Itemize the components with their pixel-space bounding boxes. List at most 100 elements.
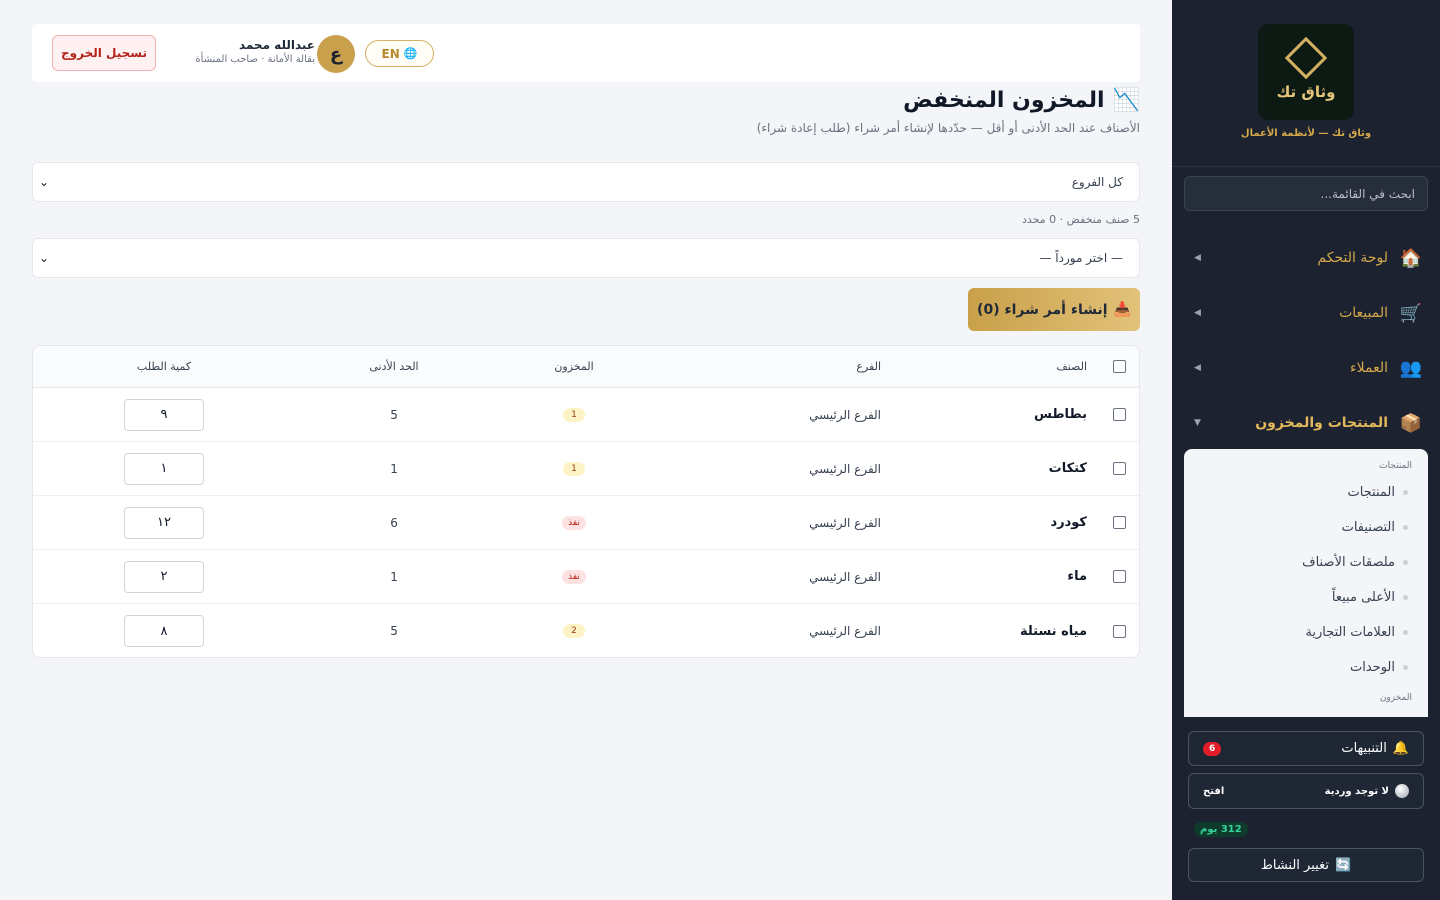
column-header-qty: كمية الطلب — [136, 360, 192, 373]
item-name: كودرد — [1050, 515, 1087, 530]
table-row: ماء الفرع الرئيسي نفذ 1 — [33, 550, 1139, 604]
stock-badge: 1 — [563, 407, 585, 422]
column-header-stock: المخزون — [554, 360, 594, 373]
order-qty-input[interactable] — [124, 398, 204, 431]
table-row: كتكات الفرع الرئيسي 1 1 — [33, 442, 1139, 496]
nav-item-products-inventory[interactable]: 📦 المنتجات والمخزون ▼ — [1194, 403, 1422, 443]
nav-item-label: المبيعات — [1339, 305, 1388, 321]
page-subtitle: الأصناف عند الحد الأدنى أو أقل — حدّدها … — [756, 121, 1140, 135]
table-row: بطاطس الفرع الرئيسي 1 5 — [33, 388, 1139, 442]
box-icon: 📦 — [1399, 412, 1423, 434]
item-min: 5 — [390, 624, 398, 638]
row-checkbox[interactable] — [1113, 408, 1126, 421]
submenu-item-label: ملصقات الأصناف — [1302, 555, 1395, 570]
submenu-item-categories[interactable]: التصنيفات — [1184, 510, 1428, 545]
language-label: EN — [381, 46, 400, 61]
row-checkbox[interactable] — [1113, 462, 1126, 475]
bell-icon: 🔔 — [1392, 741, 1409, 756]
chevron-down-icon: ⌄ — [39, 175, 50, 189]
order-qty-input[interactable] — [124, 452, 204, 485]
nav-item-customers[interactable]: 👥 العملاء ◀ — [1194, 348, 1422, 388]
alerts-label: التنبيهات — [1341, 741, 1387, 756]
globe-icon: 🌐 — [403, 47, 418, 60]
chart-down-icon: 📉 — [1112, 88, 1140, 113]
submenu-heading: المنتجات — [1379, 461, 1412, 471]
refresh-icon: 🔄 — [1334, 857, 1352, 873]
table-header: الصنف الفرع المخزون الحد الأدنى كمية الط… — [33, 346, 1139, 388]
item-name: مياه نستلة — [1019, 623, 1087, 639]
branch-select[interactable]: كل الفروع ⌄ — [32, 162, 1140, 202]
caret-left-icon: ◀ — [1194, 253, 1201, 263]
bullet-icon — [1403, 490, 1408, 495]
stock-badge: 2 — [563, 624, 585, 638]
select-all-checkbox[interactable] — [1113, 360, 1126, 373]
supplier-select[interactable]: — اختر مورداً — ⌄ — [32, 238, 1140, 278]
bullet-icon — [1403, 665, 1408, 670]
item-name: كتكات — [1048, 461, 1087, 476]
open-shift-button[interactable]: افتح — [1203, 786, 1224, 797]
submenu-item-labels[interactable]: ملصقات الأصناف — [1184, 545, 1428, 580]
alerts-button[interactable]: 🔔 التنبيهات 6 — [1188, 731, 1424, 766]
products-submenu: المنتجات المنتجات التصنيفات ملصقات الأصن… — [1184, 449, 1428, 717]
row-checkbox[interactable] — [1113, 624, 1126, 638]
item-min: 1 — [390, 461, 398, 476]
cart-icon: 🛒 — [1399, 302, 1423, 324]
nav-item-sales[interactable]: 🛒 المبيعات ◀ — [1194, 293, 1422, 333]
low-stock-table: الصنف الفرع المخزون الحد الأدنى كمية الط… — [32, 345, 1140, 658]
shift-box: لا توجد وردية افتح — [1188, 773, 1424, 809]
sidebar-search-input[interactable] — [1184, 176, 1428, 211]
submenu-item-best-sellers[interactable]: الأعلى مبيعاً — [1184, 580, 1428, 615]
branch-select-value: كل الفروع — [1071, 175, 1123, 189]
chevron-down-icon: ⌄ — [39, 251, 50, 265]
column-header-branch: الفرع — [856, 360, 881, 373]
order-qty-input[interactable] — [124, 506, 204, 539]
language-toggle-button[interactable]: EN 🌐 — [365, 40, 434, 67]
caret-left-icon: ◀ — [1194, 308, 1201, 318]
item-min: 5 — [390, 407, 398, 422]
table-row: مياه نستلة الفرع الرئيسي 2 5 — [33, 604, 1139, 657]
submenu-item-label: التصنيفات — [1341, 520, 1395, 535]
item-name: ماء — [1067, 569, 1087, 584]
shift-status-icon — [1395, 784, 1409, 798]
house-icon: 🏠 — [1399, 247, 1423, 269]
user-info: عبدالله محمد بقالة الأمانة · صاحب المنشأ… — [175, 38, 315, 65]
days-remaining-badge: 312 يوم — [1194, 822, 1248, 837]
bullet-icon — [1403, 595, 1408, 600]
create-purchase-order-button[interactable]: 📥 إنشاء أمر شراء (0) — [968, 288, 1140, 331]
submenu-item-label: الأعلى مبيعاً — [1331, 590, 1395, 605]
page-title: 📉 المخزون المنخفض — [903, 88, 1140, 113]
submenu-item-units[interactable]: الوحدات — [1184, 650, 1428, 685]
logout-button[interactable]: تسجيل الخروج — [52, 35, 156, 71]
user-name: عبدالله محمد — [238, 38, 315, 52]
submenu-item-brands[interactable]: العلامات التجارية — [1184, 615, 1428, 650]
item-branch: الفرع الرئيسي — [809, 461, 881, 476]
shift-label: لا توجد وردية — [1324, 785, 1389, 797]
switch-business-button[interactable]: 🔄 تغيير النشاط — [1188, 848, 1424, 882]
nav-item-label: العملاء — [1350, 360, 1388, 376]
item-branch: الفرع الرئيسي — [809, 515, 881, 530]
item-branch: الفرع الرئيسي — [809, 407, 881, 422]
item-branch: الفرع الرئيسي — [809, 624, 881, 638]
row-checkbox[interactable] — [1113, 570, 1126, 583]
supplier-select-value: — اختر مورداً — — [1039, 251, 1123, 265]
item-name: بطاطس — [1033, 407, 1087, 422]
avatar[interactable]: ع — [317, 35, 355, 73]
order-qty-input[interactable] — [124, 560, 204, 593]
nav-item-dashboard[interactable]: 🏠 لوحة التحكم ◀ — [1194, 238, 1422, 278]
order-qty-input[interactable] — [124, 615, 204, 647]
create-purchase-order-label: إنشاء أمر شراء (0) — [977, 301, 1108, 318]
bullet-icon — [1403, 560, 1408, 565]
submenu-item-products[interactable]: المنتجات — [1184, 475, 1428, 510]
sidebar: وثاق تك وثاق تك — لأنظمة الأعمال 🏠 لوحة … — [1172, 0, 1440, 900]
caret-left-icon: ◀ — [1194, 363, 1201, 373]
switch-business-label: تغيير النشاط — [1260, 857, 1329, 873]
alerts-count-badge: 6 — [1203, 741, 1222, 756]
table-row: كودرد الفرع الرئيسي نفذ 6 — [33, 496, 1139, 550]
logo-text: وثاق تك — [1276, 83, 1336, 101]
row-checkbox[interactable] — [1113, 516, 1126, 529]
selection-count: 5 صنف منخفض · 0 محدد — [1021, 213, 1140, 226]
users-icon: 👥 — [1399, 357, 1423, 379]
logo-mark-icon — [1284, 36, 1328, 80]
bullet-icon — [1403, 525, 1408, 530]
column-header-min: الحد الأدنى — [369, 360, 419, 373]
